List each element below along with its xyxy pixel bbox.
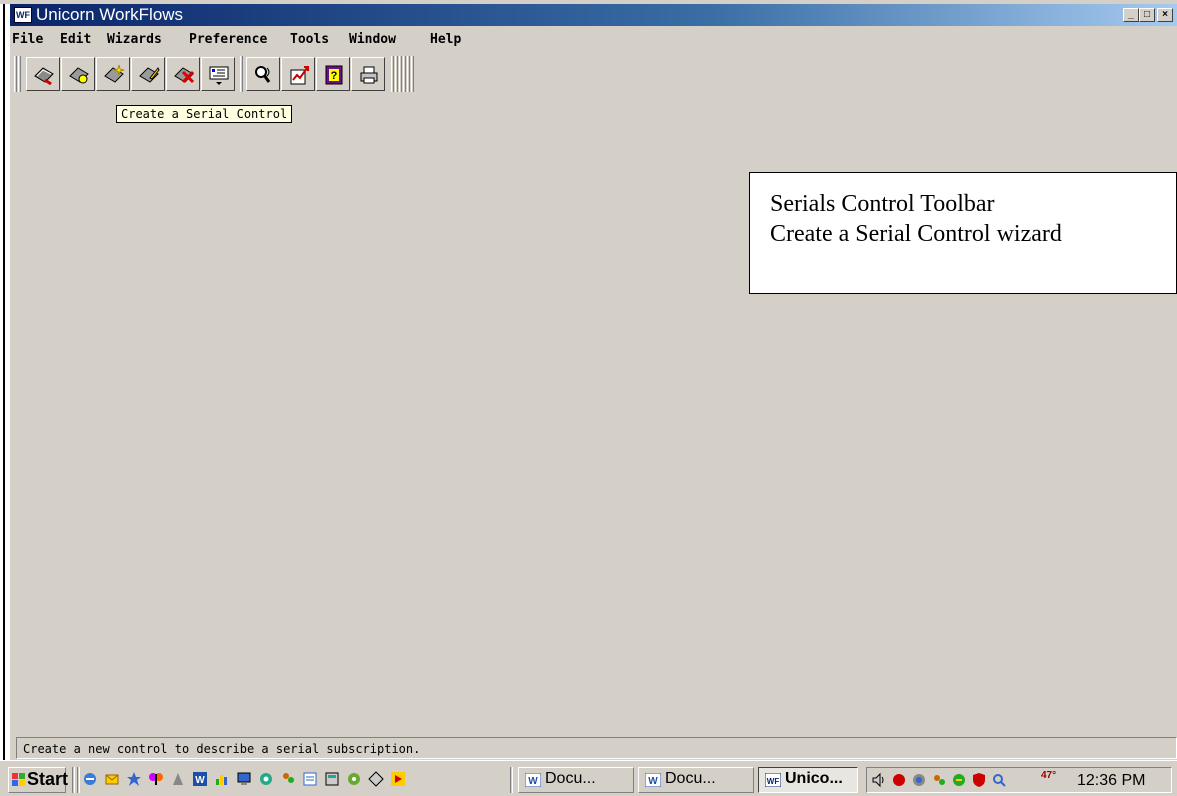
sweeper-icon[interactable] [170, 771, 186, 787]
svg-text:W: W [648, 776, 658, 787]
diamond-icon[interactable] [368, 771, 384, 787]
app-window: WF Unicorn WorkFlows _ □ × File Edit Wiz… [8, 4, 1177, 760]
calculator-icon[interactable] [324, 771, 340, 787]
app-icon[interactable]: WF [14, 7, 32, 23]
notes-icon[interactable] [302, 771, 318, 787]
close-button[interactable]: × [1157, 8, 1173, 22]
toolbar-grip[interactable] [18, 56, 21, 92]
svg-text:?: ? [331, 70, 338, 82]
taskbar-separator [510, 767, 513, 793]
window-title: Unicorn WorkFlows [36, 5, 184, 24]
star-icon[interactable] [126, 771, 142, 787]
outlook-icon[interactable] [104, 771, 120, 787]
taskbar-button-label: Docu... [665, 770, 716, 787]
edit-control-button[interactable] [131, 57, 165, 91]
check-in-button[interactable] [26, 57, 60, 91]
svg-text:WF: WF [767, 777, 780, 786]
shield-icon[interactable] [971, 772, 987, 788]
svg-text:W: W [528, 776, 538, 787]
menu-wizards[interactable]: Wizards [107, 32, 162, 48]
weather-temperature[interactable]: 47° [1041, 770, 1056, 781]
menu-edit[interactable]: Edit [60, 32, 91, 48]
search-tray-icon[interactable] [991, 772, 1007, 788]
edit-control-icon [139, 67, 160, 83]
report-icon [290, 66, 309, 85]
title-bar[interactable]: WF Unicorn WorkFlows _ □ × [10, 4, 1177, 26]
search-magnifier-icon [255, 66, 271, 83]
taskbar-button-document-1[interactable]: W Docu... [518, 767, 634, 793]
display-dropdown-icon [209, 66, 229, 85]
toolbar-separator [399, 56, 402, 92]
taskbar-separator [72, 767, 75, 793]
window-left-edge [0, 4, 8, 760]
network-icon[interactable] [911, 772, 927, 788]
taskbar-button-label: Unico... [785, 770, 843, 787]
taskbar: Start W W Docu... W Docu... WF Unico... … [0, 760, 1177, 796]
toolbar-separator [395, 56, 398, 92]
search-control-button[interactable] [61, 57, 95, 91]
settings-icon[interactable] [346, 771, 362, 787]
menu-help[interactable]: Help [430, 32, 461, 48]
toolbar-separator [403, 56, 406, 92]
word-icon[interactable]: W [192, 771, 208, 787]
monitor-icon[interactable] [236, 771, 252, 787]
taskbar-button-label: Docu... [545, 770, 596, 787]
maximize-button[interactable]: □ [1139, 8, 1155, 22]
create-serial-control-icon [104, 64, 125, 83]
taskbar-button-unicorn[interactable]: WF Unico... [758, 767, 858, 793]
word-document-icon: W [645, 773, 661, 787]
chart-app-icon[interactable] [214, 771, 230, 787]
search-control-icon [69, 67, 89, 84]
people-icon[interactable] [280, 771, 296, 787]
antivirus-icon[interactable] [891, 772, 907, 788]
toolbar-separator [407, 56, 410, 92]
butterfly-icon[interactable] [148, 771, 164, 787]
svg-text:W: W [195, 775, 205, 786]
workflows-app-icon: WF [765, 773, 781, 787]
toolbar-separator [391, 56, 394, 92]
check-in-icon [34, 67, 54, 86]
menu-bar: File Edit Wizards Preference Tools Windo… [10, 30, 1177, 50]
serials-toolbar: ? [14, 54, 534, 94]
toolbar-separator [411, 56, 414, 92]
help-icon: ? [325, 65, 343, 85]
help-button[interactable]: ? [316, 57, 350, 91]
report-button[interactable] [281, 57, 315, 91]
taskbar-button-document-2[interactable]: W Docu... [638, 767, 754, 793]
menu-window[interactable]: Window [349, 32, 396, 48]
minimize-button[interactable]: _ [1123, 8, 1139, 22]
status-text: Create a new control to describe a seria… [16, 737, 1177, 759]
toolbar-grip[interactable] [14, 56, 17, 92]
start-button[interactable]: Start [8, 767, 69, 793]
toolbar-tooltip: Create a Serial Control [116, 105, 293, 123]
annotation-line-2: Create a Serial Control wizard [770, 221, 1062, 247]
messenger-icon[interactable] [931, 772, 947, 788]
windows-logo-icon [12, 773, 25, 786]
globe-icon[interactable] [258, 771, 274, 787]
media-player-icon[interactable] [390, 771, 406, 787]
print-button[interactable] [351, 57, 385, 91]
system-tray: 47° 12:36 PM [866, 767, 1172, 793]
menu-tools[interactable]: Tools [290, 32, 329, 48]
internet-explorer-icon[interactable] [82, 771, 98, 787]
volume-icon[interactable] [871, 772, 887, 788]
start-label: Start [27, 769, 69, 789]
menu-file[interactable]: File [12, 32, 43, 48]
delete-control-icon [174, 67, 195, 84]
word-document-icon: W [525, 773, 541, 787]
status-bar: Create a new control to describe a seria… [14, 736, 1177, 760]
delete-control-button[interactable] [166, 57, 200, 91]
create-serial-control-button[interactable] [96, 57, 130, 91]
update-icon[interactable] [951, 772, 967, 788]
find-button[interactable] [246, 57, 280, 91]
print-icon [360, 66, 378, 84]
clock[interactable]: 12:36 PM [1077, 772, 1145, 790]
annotation-line-1: Serials Control Toolbar [770, 191, 995, 217]
taskbar-separator [77, 767, 80, 793]
toolbar-separator [240, 56, 243, 92]
annotation-box: Serials Control Toolbar Create a Serial … [749, 172, 1177, 294]
menu-preference[interactable]: Preference [189, 32, 267, 48]
display-dropdown-button[interactable] [201, 57, 235, 91]
